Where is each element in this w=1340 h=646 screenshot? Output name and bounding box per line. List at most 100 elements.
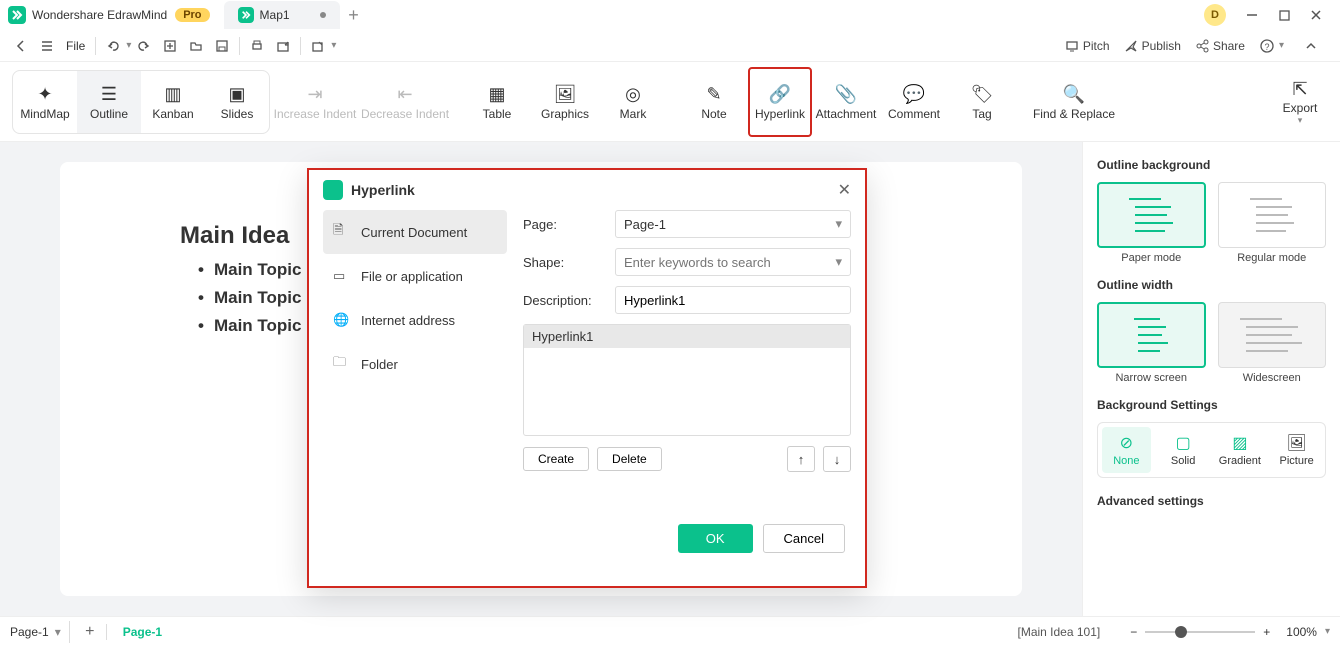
document-tab[interactable]: Map1 bbox=[224, 1, 340, 29]
pitch-button[interactable]: Pitch bbox=[1065, 39, 1110, 53]
app-icon: ▭ bbox=[333, 268, 351, 284]
minimize-button[interactable] bbox=[1236, 1, 1268, 29]
save-button[interactable] bbox=[209, 33, 235, 59]
nav-current-document[interactable]: 🗎Current Document bbox=[323, 210, 507, 254]
export-icon[interactable] bbox=[270, 33, 296, 59]
none-icon: ⊘ bbox=[1102, 433, 1151, 453]
bg-picture-option[interactable]: 🖼Picture bbox=[1272, 427, 1321, 473]
help-button[interactable]: ?▾ bbox=[1259, 38, 1284, 54]
view-switcher: ✦MindMap ☰Outline ▥Kanban ▣Slides bbox=[12, 70, 270, 134]
bg-solid-option[interactable]: ▢Solid bbox=[1159, 427, 1208, 473]
decrease-indent-button[interactable]: ⇤Decrease Indent bbox=[360, 71, 450, 133]
new-tab-button[interactable]: + bbox=[340, 5, 368, 26]
dialog-title: Hyperlink bbox=[351, 182, 415, 198]
zoom-out-button[interactable]: − bbox=[1130, 625, 1137, 639]
page-selector[interactable]: Page-1▾ bbox=[10, 625, 69, 639]
mark-button[interactable]: ◎Mark bbox=[599, 71, 667, 133]
tag-button[interactable]: 🏷Tag bbox=[948, 71, 1016, 133]
bg-none-option[interactable]: ⊘None bbox=[1102, 427, 1151, 473]
file-menu[interactable]: File bbox=[60, 39, 91, 53]
ok-button[interactable]: OK bbox=[678, 524, 753, 553]
link-icon: 🔗 bbox=[769, 83, 791, 107]
hyperlink-highlight: 🔗Hyperlink bbox=[748, 67, 812, 137]
zoom-value[interactable]: 100% bbox=[1286, 625, 1317, 639]
export-icon: ⇱ bbox=[1292, 77, 1307, 101]
create-button[interactable]: Create bbox=[523, 447, 589, 471]
regular-mode-option[interactable]: Regular mode bbox=[1218, 182, 1327, 264]
canvas-area[interactable]: Main Idea Main Topic Main Topic Main Top… bbox=[0, 142, 1082, 616]
add-page-button[interactable]: + bbox=[78, 623, 102, 641]
tab-modified-indicator bbox=[320, 12, 326, 18]
globe-icon: 🌐 bbox=[333, 312, 351, 328]
svg-text:?: ? bbox=[1264, 42, 1269, 52]
note-icon: ✎ bbox=[706, 83, 721, 107]
comment-button[interactable]: 💬Comment bbox=[880, 71, 948, 133]
description-input[interactable] bbox=[615, 286, 851, 314]
redo-button[interactable] bbox=[131, 33, 157, 59]
table-button[interactable]: ▦Table bbox=[463, 71, 531, 133]
kanban-icon: ▥ bbox=[164, 83, 181, 107]
nav-internet-address[interactable]: 🌐Internet address bbox=[323, 298, 507, 342]
export-button[interactable]: ⇱Export▾ bbox=[1266, 71, 1334, 133]
zoom-in-button[interactable]: + bbox=[1263, 625, 1270, 639]
bg-settings-title: Background Settings bbox=[1097, 398, 1326, 412]
move-down-button[interactable]: ↓ bbox=[823, 446, 851, 472]
user-avatar[interactable]: D bbox=[1204, 4, 1226, 26]
back-button[interactable] bbox=[8, 33, 34, 59]
advanced-settings-title: Advanced settings bbox=[1097, 494, 1326, 508]
increase-indent-button[interactable]: ⇥Increase Indent bbox=[270, 71, 360, 133]
collapse-ribbon-icon[interactable] bbox=[1298, 33, 1324, 59]
view-slides[interactable]: ▣Slides bbox=[205, 71, 269, 133]
picture-icon: 🖼 bbox=[1272, 433, 1321, 453]
close-window-button[interactable] bbox=[1300, 1, 1332, 29]
edit-icon[interactable] bbox=[305, 33, 331, 59]
undo-button[interactable] bbox=[100, 33, 126, 59]
side-panel: › Outline background Paper mode Regular … bbox=[1082, 142, 1340, 616]
graphics-button[interactable]: 🖼Graphics bbox=[531, 71, 599, 133]
view-mindmap[interactable]: ✦MindMap bbox=[13, 71, 77, 133]
widescreen-option[interactable]: Widescreen bbox=[1218, 302, 1327, 384]
find-replace-button[interactable]: 🔍Find & Replace bbox=[1029, 71, 1119, 133]
tab-label: Map1 bbox=[260, 8, 290, 22]
page-label: Page: bbox=[523, 217, 615, 232]
publish-button[interactable]: Publish bbox=[1124, 39, 1181, 53]
menu-icon[interactable] bbox=[34, 33, 60, 59]
bg-gradient-option[interactable]: ▨Gradient bbox=[1216, 427, 1265, 473]
view-outline[interactable]: ☰Outline bbox=[77, 71, 141, 133]
gradient-icon: ▨ bbox=[1216, 433, 1265, 453]
nav-file-application[interactable]: ▭File or application bbox=[323, 254, 507, 298]
delete-button[interactable]: Delete bbox=[597, 447, 662, 471]
graphics-icon: 🖼 bbox=[554, 83, 577, 107]
collapse-panel-button[interactable]: › bbox=[1082, 156, 1083, 186]
shape-label: Shape: bbox=[523, 255, 615, 270]
attachment-icon: 📎 bbox=[835, 83, 857, 107]
shape-input[interactable]: ▾ bbox=[615, 248, 851, 276]
attachment-button[interactable]: 📎Attachment bbox=[812, 71, 880, 133]
hyperlink-list[interactable]: Hyperlink1 bbox=[523, 324, 851, 436]
note-button[interactable]: ✎Note bbox=[680, 71, 748, 133]
dialog-close-button[interactable]: ✕ bbox=[838, 180, 851, 200]
narrow-screen-option[interactable]: Narrow screen bbox=[1097, 302, 1206, 384]
slides-icon: ▣ bbox=[228, 83, 245, 107]
page-tab[interactable]: Page-1 bbox=[111, 621, 174, 643]
print-button[interactable] bbox=[244, 33, 270, 59]
hyperlink-button[interactable]: 🔗Hyperlink bbox=[752, 71, 808, 133]
cancel-button[interactable]: Cancel bbox=[763, 524, 845, 553]
page-select[interactable]: Page-1▾ bbox=[615, 210, 851, 238]
document-icon: 🗎 bbox=[333, 221, 351, 243]
folder-icon: 🗀 bbox=[333, 353, 351, 375]
hyperlink-list-item[interactable]: Hyperlink1 bbox=[524, 325, 850, 348]
new-button[interactable] bbox=[157, 33, 183, 59]
nav-folder[interactable]: 🗀Folder bbox=[323, 342, 507, 386]
paper-mode-option[interactable]: Paper mode bbox=[1097, 182, 1206, 264]
maximize-button[interactable] bbox=[1268, 1, 1300, 29]
zoom-slider[interactable] bbox=[1145, 631, 1255, 633]
pro-badge: Pro bbox=[175, 8, 209, 22]
tag-icon: 🏷 bbox=[971, 83, 994, 107]
mark-icon: ◎ bbox=[625, 83, 641, 107]
open-button[interactable] bbox=[183, 33, 209, 59]
move-up-button[interactable]: ↑ bbox=[787, 446, 815, 472]
share-button[interactable]: Share bbox=[1195, 39, 1245, 53]
view-kanban[interactable]: ▥Kanban bbox=[141, 71, 205, 133]
outline-width-title: Outline width bbox=[1097, 278, 1326, 292]
